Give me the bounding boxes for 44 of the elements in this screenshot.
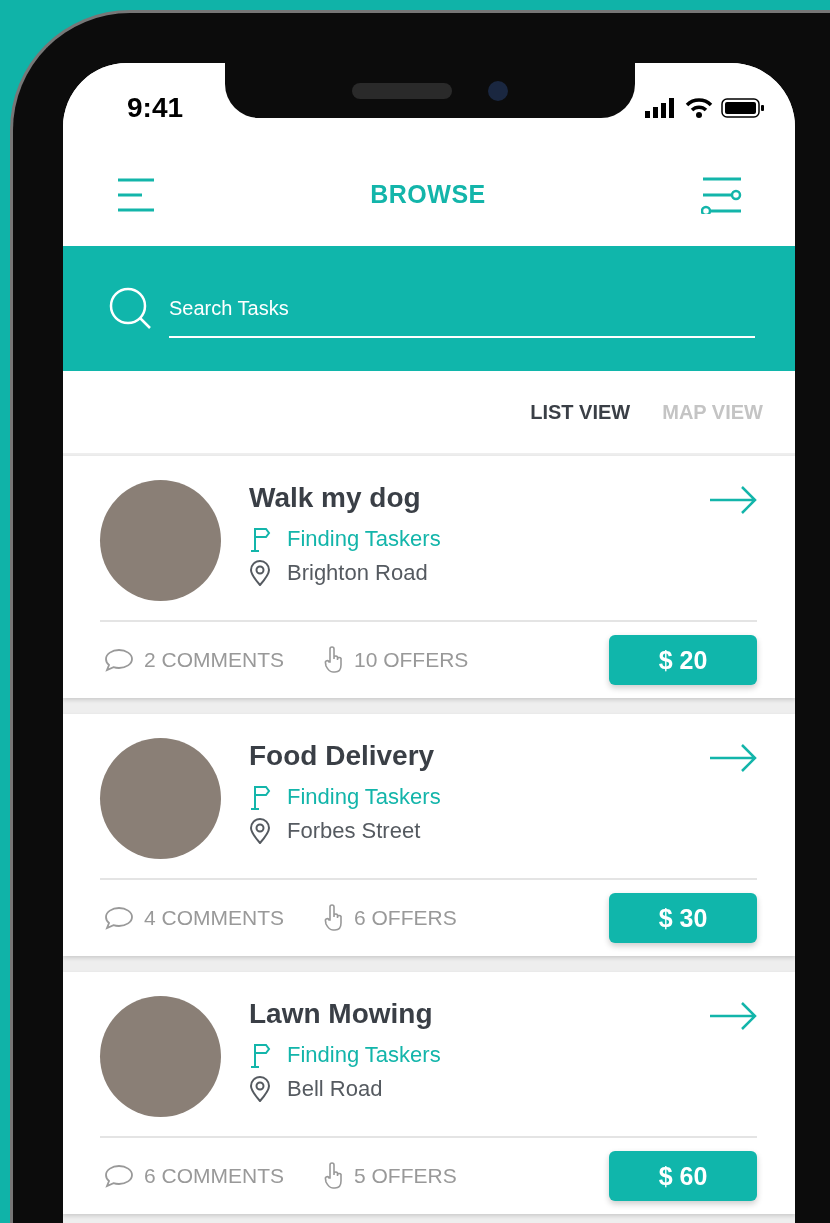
hand-pointer-icon [324,1162,344,1190]
task-location: Brighton Road [287,560,428,586]
location-pin-icon [249,818,271,844]
menu-button[interactable] [117,177,155,212]
battery-icon [721,98,765,118]
task-title: Walk my dog [249,482,422,514]
signal-icon [645,98,677,118]
task-location: Forbes Street [287,818,421,844]
signpost-icon [249,1042,271,1068]
task-status: Finding Taskers [287,1042,441,1068]
comment-icon [104,648,134,672]
signpost-icon [249,526,271,552]
search-field[interactable]: Search Tasks [169,287,755,338]
task-card[interactable]: Lawn Mowing Finding Taskers Bell Road 6 COMMENTS 5 OFFERS $ 60 [63,972,795,1214]
search-icon [109,286,153,331]
task-status: Finding Taskers [287,526,441,552]
task-location: Bell Road [287,1076,383,1102]
comment-count: 4 COMMENTS [144,906,284,930]
comment-icon [104,906,134,930]
hand-pointer-icon [324,904,344,932]
hand-pointer-icon [324,646,344,674]
offer-count: 6 OFFERS [354,906,457,930]
location-pin-icon [249,1076,271,1102]
search-bar[interactable]: Search Tasks [63,246,795,371]
offer-count: 5 OFFERS [354,1164,457,1188]
task-card[interactable]: Walk my dog Finding Taskers Brighton Road 2 COMMENTS 10 OFFERS $ 20 [63,456,795,698]
arrow-right-icon[interactable] [709,486,757,514]
comment-count: 2 COMMENTS [144,648,284,672]
arrow-right-icon[interactable] [709,1002,757,1030]
signpost-icon [249,784,271,810]
filter-button[interactable] [701,175,743,214]
task-status: Finding Taskers [287,784,441,810]
arrow-right-icon[interactable] [709,744,757,772]
task-title: Food Delivery [249,740,436,772]
view-tab[interactable]: LIST VIEW [530,400,631,424]
offer-count: 10 OFFERS [354,648,469,672]
status-time: 9:41 [127,92,184,124]
task-card[interactable]: Food Delivery Finding Taskers Forbes Street 4 COMMENTS 6 OFFERS $ 30 [63,714,795,956]
page-title: BROWSE [370,180,486,209]
task-title: Lawn Mowing [249,998,434,1030]
comment-icon [104,1164,134,1188]
comment-count: 6 COMMENTS [144,1164,284,1188]
wifi-icon [685,98,713,118]
location-pin-icon [249,560,271,586]
